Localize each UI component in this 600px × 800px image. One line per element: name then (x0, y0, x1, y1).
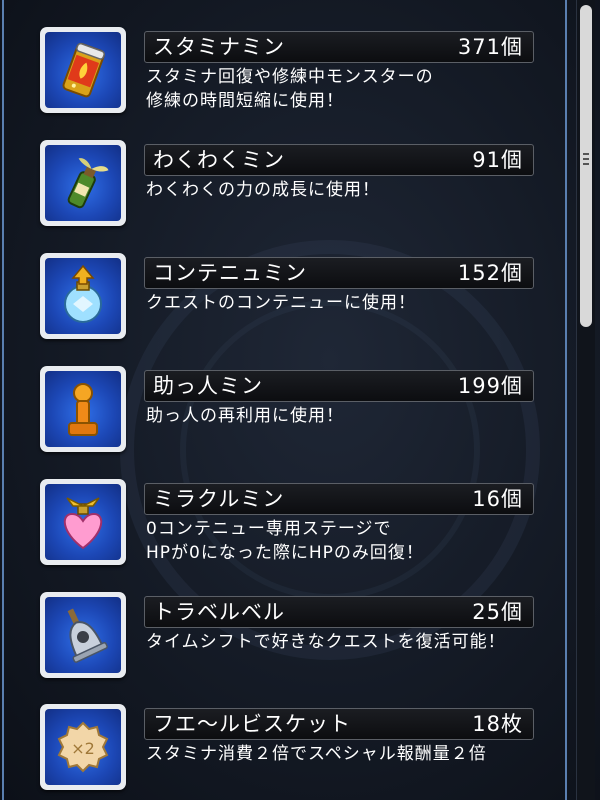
item-name-bar: わくわくミン 91個 (144, 144, 534, 176)
item-count: 199個 (457, 374, 523, 398)
item-description-line: わくわくの力の成長に使用！ (146, 180, 380, 200)
item-name: スタミナミン (153, 35, 285, 59)
item-description-line: 修練の時間短縮に使用！ (146, 91, 344, 111)
item-name-bar: 助っ人ミン 199個 (144, 370, 534, 402)
item-count: 25個 (472, 600, 523, 624)
sprout-bottle-icon (45, 145, 121, 221)
item-description: わくわくの力の成長に使用！ (146, 178, 546, 202)
item-name-bar: ミラクルミン 16個 (144, 483, 534, 515)
item-description: タイムシフトで好きなクエストを復活可能！ (146, 630, 546, 654)
item-name-bar: コンテニュミン 152個 (144, 257, 534, 289)
item-count: 16個 (472, 487, 523, 511)
item-icon-frame (40, 592, 126, 678)
item-count: 91個 (472, 148, 523, 172)
item-name: 助っ人ミン (153, 374, 263, 398)
list-item-helper-min[interactable]: 助っ人ミン 199個 助っ人の再利用に使用！ (40, 366, 540, 456)
item-icon-frame (40, 253, 126, 339)
item-description: スタミナ消費２倍でスペシャル報酬量２倍 (146, 742, 546, 766)
item-description-line: HPが0になった際にHPのみ回復！ (146, 543, 424, 563)
item-description: 0コンテニュー専用ステージで HPが0になった際にHPのみ回復！ (146, 517, 546, 565)
scrollbar-thumb[interactable] (580, 5, 592, 327)
item-description-line: スタミナ回復や修練中モンスターの (146, 67, 434, 87)
list-item-travel-bell[interactable]: トラベルベル 25個 タイムシフトで好きなクエストを復活可能！ (40, 592, 540, 682)
item-name-bar: トラベルベル 25個 (144, 596, 534, 628)
list-item-continue-min[interactable]: コンテニュミン 152個 クエストのコンテニューに使用！ (40, 253, 540, 343)
item-name-bar: スタミナミン 371個 (144, 31, 534, 63)
list-item-stamina-min[interactable]: スタミナミン 371個 スタミナ回復や修練中モンスターの 修練の時間短縮に使用！ (40, 27, 540, 117)
item-name: トラベルベル (153, 600, 285, 624)
item-icon-frame (40, 140, 126, 226)
item-description: スタミナ回復や修練中モンスターの 修練の時間短縮に使用！ (146, 65, 546, 113)
item-icon-frame (40, 479, 126, 565)
item-icon-frame: ×2 (40, 704, 126, 790)
item-description-line: クエストのコンテニューに使用！ (146, 293, 416, 313)
list-item-fueru-biscuit[interactable]: ×2 フエ〜ルビスケット 18枚 スタミナ消費２倍でスペシャル報酬量２倍 (40, 704, 540, 794)
stamina-can-icon (45, 32, 121, 108)
item-icon-frame (40, 27, 126, 113)
item-description-line: 助っ人の再利用に使用！ (146, 406, 344, 426)
item-name: フエ〜ルビスケット (153, 712, 351, 736)
item-name: コンテニュミン (153, 261, 307, 285)
list-item-miracle-min[interactable]: ミラクルミン 16個 0コンテニュー専用ステージで HPが0になった際にHPのみ… (40, 479, 540, 569)
item-description: クエストのコンテニューに使用！ (146, 291, 546, 315)
scrollbar-grip-line (583, 153, 589, 155)
item-description-line: スタミナ消費２倍でスペシャル報酬量２倍 (146, 744, 487, 764)
heart-bottle-icon (45, 484, 121, 560)
item-name: ミラクルミン (153, 487, 285, 511)
helper-pawn-icon (45, 371, 121, 447)
item-description-line: 0コンテニュー専用ステージで (146, 519, 392, 539)
scrollbar-grip-line (583, 163, 589, 165)
item-description-line: タイムシフトで好きなクエストを復活可能！ (146, 632, 506, 652)
item-count: 18枚 (472, 712, 523, 736)
scrollbar-grip-line (583, 158, 589, 160)
scrollbar-track[interactable] (576, 0, 595, 800)
item-description: 助っ人の再利用に使用！ (146, 404, 546, 428)
biscuit-icon: ×2 (45, 709, 121, 785)
item-name: わくわくミン (153, 148, 285, 172)
item-name-bar: フエ〜ルビスケット 18枚 (144, 708, 534, 740)
item-count: 371個 (457, 35, 523, 59)
list-item-wakuwaku-min[interactable]: わくわくミン 91個 わくわくの力の成長に使用！ (40, 140, 540, 230)
item-icon-frame (40, 366, 126, 452)
bell-icon (45, 597, 121, 673)
continue-bottle-icon (45, 258, 121, 334)
item-count: 152個 (457, 261, 523, 285)
biscuit-badge: ×2 (71, 739, 95, 758)
